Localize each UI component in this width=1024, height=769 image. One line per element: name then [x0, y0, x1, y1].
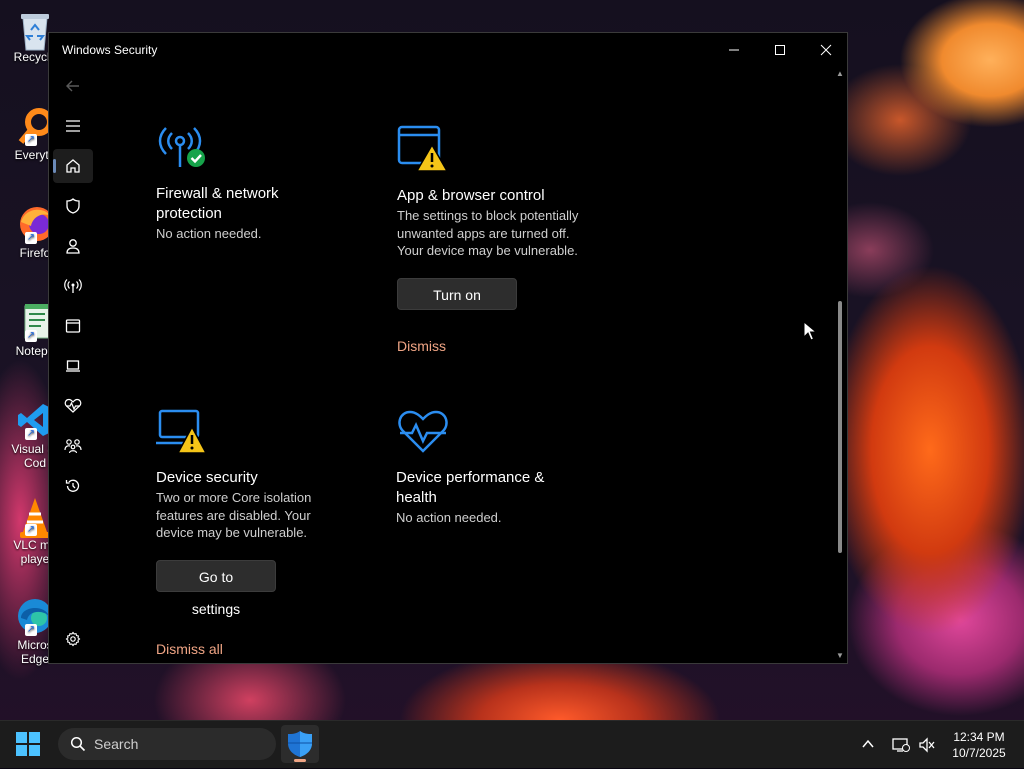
- nav-account-protection[interactable]: [53, 229, 93, 263]
- nav-family-options[interactable]: [53, 429, 93, 463]
- firewall-network-icon: [158, 127, 205, 167]
- menu-button[interactable]: [53, 109, 93, 143]
- back-arrow-icon: [66, 80, 79, 92]
- minimize-icon: [729, 49, 739, 51]
- scroll-down-arrow-icon[interactable]: ▼: [835, 651, 845, 661]
- firewall-card-status: No action needed.: [156, 226, 262, 241]
- shortcut-arrow-icon: ↗: [25, 524, 37, 536]
- nav-home[interactable]: [53, 149, 93, 183]
- network-status-button[interactable]: [890, 721, 912, 769]
- scrollbar-thumb[interactable]: [838, 301, 842, 553]
- wireless-signal-icon: [64, 279, 82, 293]
- title-bar[interactable]: Windows Security: [49, 33, 847, 67]
- close-button[interactable]: [803, 33, 847, 67]
- search-placeholder: Search: [94, 736, 139, 752]
- device-performance-card-title: Device performance & health: [396, 469, 545, 506]
- maximize-button[interactable]: [757, 33, 803, 67]
- navigation-sidebar: [49, 67, 97, 663]
- device-security-card-description: Two or more Core isolation features are …: [156, 490, 312, 540]
- clock-time: 12:34 PM: [953, 730, 1005, 744]
- device-security-warning-icon: [156, 409, 208, 454]
- nav-firewall[interactable]: [53, 269, 93, 303]
- device-security-card[interactable]: Device security Two or more Core isolati…: [156, 409, 336, 657]
- app-browser-card-description: The settings to block potentially unwant…: [397, 208, 579, 258]
- app-browser-warning-icon: [397, 125, 449, 172]
- speaker-muted-icon: [919, 737, 935, 753]
- shortcut-arrow-icon: ↗: [25, 428, 37, 440]
- shortcut-arrow-icon: ↗: [25, 134, 37, 146]
- go-to-settings-button[interactable]: Go to settings: [156, 559, 276, 617]
- shortcut-arrow-icon: ↗: [25, 232, 37, 244]
- taskbar-clock[interactable]: 12:34 PM 10/7/2025: [940, 729, 1018, 761]
- nav-device-performance[interactable]: [53, 389, 93, 423]
- window-title: Windows Security: [62, 43, 158, 57]
- windows-security-window: Windows Security Firewall & network prot…: [48, 32, 848, 664]
- app-window-icon: [65, 319, 81, 333]
- nav-settings[interactable]: [53, 622, 93, 656]
- person-icon: [66, 239, 80, 254]
- device-performance-heart-icon: [398, 410, 448, 453]
- minimize-button[interactable]: [711, 33, 757, 67]
- firewall-card[interactable]: Firewall & network protection No action …: [156, 125, 346, 243]
- shield-icon: [66, 198, 80, 214]
- security-at-a-glance-content: Firewall & network protection No action …: [97, 67, 833, 663]
- nav-app-browser-control[interactable]: [53, 309, 93, 343]
- heart-pulse-icon: [64, 398, 82, 413]
- home-icon: [66, 159, 80, 173]
- shortcut-arrow-icon: ↗: [25, 624, 37, 636]
- network-disconnected-icon: [892, 738, 910, 752]
- show-hidden-icons-button[interactable]: [858, 721, 878, 769]
- clock-date: 10/7/2025: [952, 746, 1006, 760]
- start-button[interactable]: [16, 732, 42, 758]
- device-performance-card-status: No action needed.: [396, 510, 502, 525]
- mouse-cursor-icon: [803, 321, 817, 341]
- nav-protection-history[interactable]: [53, 469, 93, 503]
- device-performance-card[interactable]: Device performance & health No action ne…: [396, 409, 586, 527]
- shortcut-arrow-icon: ↗: [25, 330, 37, 342]
- dismiss-link[interactable]: Dismiss: [397, 338, 597, 354]
- taskbar-windows-security[interactable]: [281, 725, 319, 763]
- history-icon: [65, 479, 80, 492]
- taskbar: Search 12:34 PM 10/7/2025: [0, 720, 1024, 768]
- turn-on-button[interactable]: Turn on: [397, 277, 517, 310]
- app-browser-card[interactable]: App & browser control The settings to bl…: [397, 125, 597, 354]
- maximize-icon: [775, 45, 785, 55]
- dismiss-all-link[interactable]: Dismiss all: [156, 641, 336, 657]
- family-icon: [64, 439, 82, 454]
- windows-logo-icon: [16, 745, 27, 756]
- scroll-up-arrow-icon[interactable]: ▲: [835, 69, 845, 79]
- firewall-card-title: Firewall & network protection: [156, 185, 279, 222]
- vertical-scrollbar[interactable]: ▲ ▼: [835, 69, 845, 661]
- windows-logo-icon: [29, 745, 40, 756]
- windows-logo-icon: [29, 732, 40, 743]
- chevron-up-icon: [862, 739, 874, 748]
- laptop-icon: [66, 360, 80, 372]
- settings-gear-icon: [65, 631, 81, 647]
- windows-security-shield-icon: [288, 731, 312, 757]
- nav-virus-protection[interactable]: [53, 189, 93, 223]
- volume-button[interactable]: [916, 721, 938, 769]
- app-browser-card-title: App & browser control: [397, 187, 545, 204]
- taskbar-search-box[interactable]: Search: [58, 728, 276, 760]
- device-security-card-title: Device security: [156, 469, 258, 486]
- nav-device-security[interactable]: [53, 349, 93, 383]
- close-icon: [820, 44, 832, 56]
- windows-logo-icon: [16, 732, 27, 743]
- search-icon: [70, 736, 86, 752]
- hamburger-menu-icon: [66, 120, 80, 132]
- back-button[interactable]: [53, 69, 93, 103]
